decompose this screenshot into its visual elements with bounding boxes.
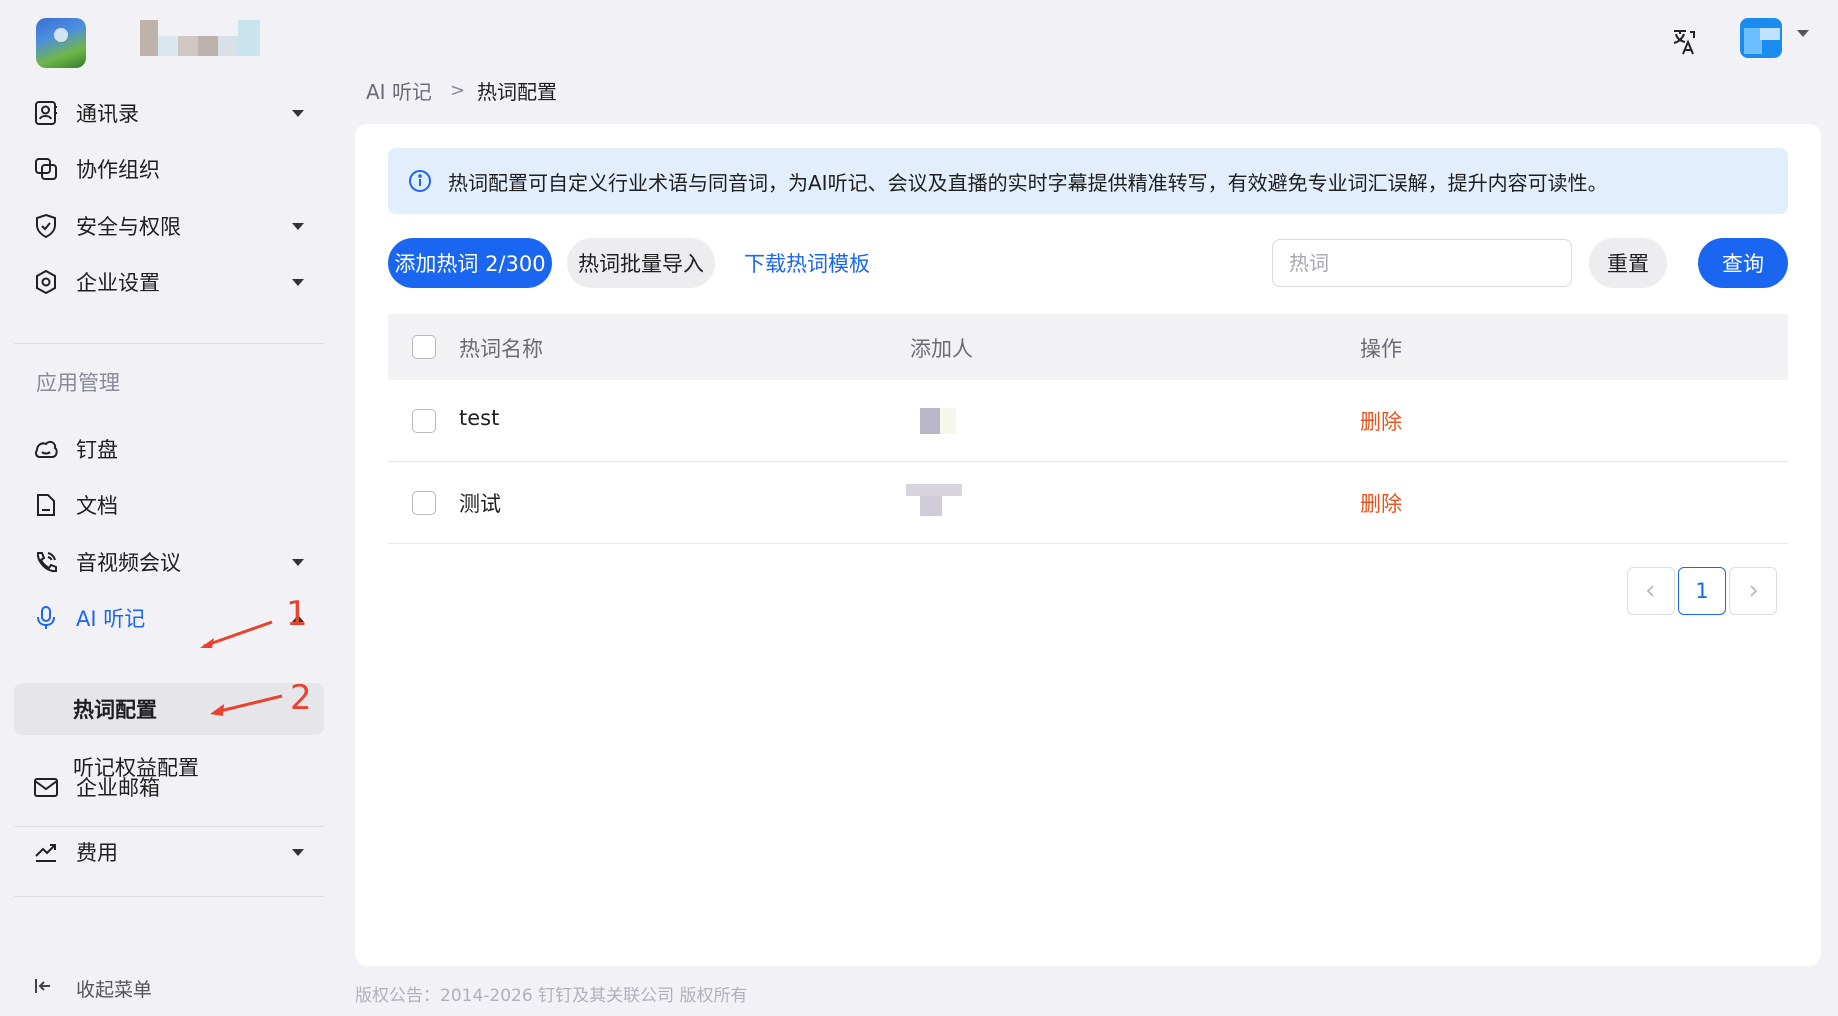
sidebar-item-collab-org[interactable]: 协作组织 bbox=[14, 143, 324, 195]
download-template-link[interactable]: 下载热词模板 bbox=[740, 238, 874, 288]
cloud-icon bbox=[32, 435, 60, 463]
delete-link[interactable]: 删除 bbox=[1360, 488, 1402, 518]
info-icon bbox=[408, 169, 432, 197]
chevron-down-icon bbox=[292, 278, 304, 286]
breadcrumb-link-ai-notes[interactable]: AI 听记 bbox=[366, 76, 432, 105]
shield-icon bbox=[32, 212, 60, 240]
sidebar-item-label: 通讯录 bbox=[76, 102, 139, 126]
section-title: 应用管理 bbox=[36, 371, 120, 395]
chevron-down-icon bbox=[292, 848, 304, 856]
pagination-page-current[interactable]: 1 bbox=[1678, 567, 1726, 615]
sidebar-item-label: AI 听记 bbox=[76, 607, 146, 631]
annotation-arrow-2 bbox=[210, 694, 283, 716]
query-button[interactable]: 查询 bbox=[1698, 238, 1788, 288]
app-logo[interactable] bbox=[36, 18, 86, 68]
pagination-next-button[interactable] bbox=[1729, 567, 1777, 615]
sidebar-item-label: 协作组织 bbox=[76, 158, 160, 182]
collapse-menu-label: 收起菜单 bbox=[76, 978, 153, 1001]
sidebar-divider bbox=[14, 896, 324, 897]
chevron-down-icon bbox=[292, 558, 304, 566]
sidebar-item-label: 音视频会议 bbox=[76, 551, 181, 575]
batch-import-button[interactable]: 热词批量导入 bbox=[567, 238, 715, 288]
delete-link[interactable]: 删除 bbox=[1360, 406, 1402, 436]
main-card: 热词配置可自定义行业术语与同音词，为AI听记、会议及直播的实时字幕提供精准转写，… bbox=[355, 124, 1821, 966]
sidebar-item-security[interactable]: 安全与权限 bbox=[14, 200, 324, 252]
sidebar-item-label: 安全与权限 bbox=[76, 215, 181, 239]
mail-icon bbox=[32, 773, 60, 801]
user-avatar[interactable] bbox=[1740, 18, 1782, 58]
trend-chart-icon bbox=[32, 838, 60, 866]
sidebar-item-fees[interactable]: 费用 bbox=[14, 826, 324, 878]
annotation-number-2: 2 bbox=[290, 678, 312, 718]
copyright-footer: 版权公告：2014-2026 钉钉及其关联公司 版权所有 bbox=[355, 986, 748, 1006]
adder-avatar-blurred bbox=[906, 484, 962, 516]
sidebar-item-contacts[interactable]: 通讯录 bbox=[14, 87, 324, 139]
select-all-checkbox[interactable] bbox=[412, 335, 436, 359]
org-name-blurred bbox=[140, 20, 260, 56]
table-row: test 删除 bbox=[388, 380, 1788, 462]
column-header-adder: 添加人 bbox=[910, 337, 973, 361]
notice-text: 热词配置可自定义行业术语与同音词，为AI听记、会议及直播的实时字幕提供精准转写，… bbox=[448, 170, 1608, 195]
add-hotword-button[interactable]: 添加热词 2/300 bbox=[388, 238, 552, 288]
sidebar-item-label: 钉盘 bbox=[76, 438, 118, 462]
sidebar-item-enterprise-mail[interactable]: 企业邮箱 bbox=[14, 761, 324, 813]
breadcrumb-current: 热词配置 bbox=[477, 80, 558, 104]
column-header-action: 操作 bbox=[1360, 337, 1402, 361]
microphone-icon bbox=[32, 604, 60, 632]
hotword-search-input[interactable] bbox=[1272, 239, 1572, 287]
row-checkbox[interactable] bbox=[412, 491, 436, 515]
sidebar-item-disk[interactable]: 钉盘 bbox=[14, 423, 324, 475]
chevron-down-icon[interactable] bbox=[1797, 30, 1809, 37]
sidebar-item-label: 企业设置 bbox=[76, 271, 160, 295]
reset-button[interactable]: 重置 bbox=[1589, 238, 1667, 288]
chevron-right-icon: > bbox=[449, 80, 466, 101]
sidebar-item-av-meeting[interactable]: 音视频会议 bbox=[14, 536, 324, 588]
sidebar-item-enterprise-settings[interactable]: 企业设置 bbox=[14, 256, 324, 308]
sidebar-item-label: 文档 bbox=[76, 494, 118, 518]
pagination-prev-button[interactable] bbox=[1627, 567, 1675, 615]
chevron-left-icon bbox=[1646, 585, 1654, 597]
collapse-menu-button[interactable]: 收起菜单 bbox=[14, 968, 324, 1008]
chevron-down-icon bbox=[292, 109, 304, 117]
sidebar-item-label: 费用 bbox=[76, 841, 118, 865]
collapse-icon bbox=[32, 975, 54, 1001]
sidebar-subitem-label: 热词配置 bbox=[73, 698, 157, 722]
breadcrumb: AI 听记 > 热词配置 bbox=[366, 76, 557, 105]
row-checkbox[interactable] bbox=[412, 409, 436, 433]
hotword-name: 测试 bbox=[459, 492, 501, 516]
chevron-down-icon bbox=[292, 222, 304, 230]
sidebar-divider bbox=[14, 343, 324, 344]
collab-org-icon bbox=[32, 155, 60, 183]
contacts-icon bbox=[32, 99, 60, 127]
hotword-name: test bbox=[459, 406, 500, 430]
table-header: 热词名称 添加人 操作 bbox=[388, 314, 1788, 380]
sidebar-item-label: 企业邮箱 bbox=[76, 776, 160, 800]
chevron-right-icon bbox=[1750, 585, 1758, 597]
document-icon bbox=[32, 491, 60, 519]
table-row: 测试 删除 bbox=[388, 462, 1788, 544]
annotation-number-1: 1 bbox=[286, 594, 308, 634]
column-header-name: 热词名称 bbox=[459, 337, 543, 361]
settings-icon bbox=[32, 268, 60, 296]
adder-avatar-blurred bbox=[920, 408, 956, 434]
info-notice: 热词配置可自定义行业术语与同音词，为AI听记、会议及直播的实时字幕提供精准转写，… bbox=[388, 148, 1788, 214]
sidebar-item-docs[interactable]: 文档 bbox=[14, 479, 324, 531]
phone-icon bbox=[32, 548, 60, 576]
annotation-arrow-1 bbox=[200, 620, 273, 648]
sidebar-item-ai-notes[interactable]: AI 听记 bbox=[14, 592, 324, 644]
translate-icon[interactable] bbox=[1664, 22, 1704, 62]
